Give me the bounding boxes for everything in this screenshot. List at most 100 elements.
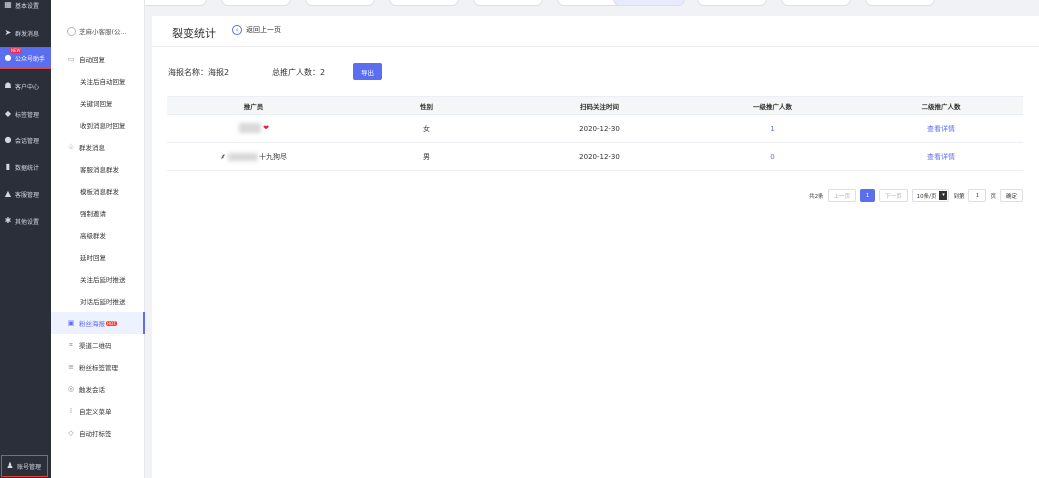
tab-active[interactable] [613, 0, 685, 6]
subnav-follow-auto-reply[interactable]: 关注后自动回复 [51, 70, 145, 92]
promoter-name: ❤ [238, 122, 269, 133]
level1-cell[interactable]: 0 [686, 142, 859, 171]
subnav-broadcast[interactable]: ♧ 群发消息 [51, 136, 145, 158]
message-icon: ▭ [67, 55, 75, 63]
menu-icon: ⁞ [69, 407, 73, 415]
page-number-current[interactable]: 1 [860, 189, 876, 202]
bar-chart-icon: ▮ [5, 162, 11, 171]
redacted-name [239, 122, 262, 133]
column-header-promoter: 推广员 [167, 96, 340, 115]
subnav-template-broadcast[interactable]: 模板消息群发 [51, 180, 145, 202]
nav-item-basic-settings[interactable]: ▦ 基本设置 [0, 0, 51, 15]
nav-item-data-statistics[interactable]: ▮ 数据统计 [0, 157, 51, 177]
subnav-message-reply[interactable]: 收到消息时回复 [51, 114, 145, 136]
subnav-follow-delayed-push[interactable]: 关注后延时推送 [51, 268, 145, 290]
goto-page-input[interactable] [968, 189, 987, 202]
view-details-link[interactable]: 查看详情 [927, 153, 955, 161]
subnav-trigger-session[interactable]: ◎ 触发会话 [51, 378, 145, 400]
promoter-cell: ❤ [167, 114, 340, 143]
wechat-icon: ● [4, 53, 12, 62]
prev-page-button[interactable]: 上一页 [827, 189, 857, 202]
qrcode-icon: ⌗ [69, 340, 73, 349]
subnav-keyword-reply[interactable]: 关键词回复 [51, 92, 145, 114]
tab[interactable] [389, 0, 459, 6]
app-frame: ▦ 基本设置 ➤ 群发消息 NEW ● 公众号助手 ☗ 客户中心 ◆ 标签管理 ● 会话管理… [0, 0, 1039, 478]
tab[interactable] [473, 0, 543, 6]
time-cell: 2020-12-30 [513, 142, 686, 171]
tab[interactable] [865, 0, 935, 6]
headset-icon: ▲ [4, 189, 12, 198]
main-panel: 裂变统计 ‹ 返回上一页 海报名称：海报2 总推广人数：2 导出 推广员 性别 … [152, 16, 1039, 478]
promoter-name: ⸙ 十九狗尽 [220, 152, 287, 161]
subnav-chat-delayed-push[interactable]: 对话后延时推送 [51, 290, 145, 312]
subnav-fan-poster[interactable]: ▣ 粉丝海报 HOT [51, 312, 145, 334]
back-arrow-icon: ‹ [232, 25, 242, 35]
nav-item-account-management[interactable]: ♟ 账号管理 [1, 455, 48, 477]
goto-label: 到第 [953, 193, 965, 200]
subnav-fan-tag-management[interactable]: ≡ 粉丝标签管理 [51, 356, 145, 378]
goto-confirm-button[interactable]: 确定 [999, 189, 1023, 202]
wifi-icon: ◎ [67, 385, 75, 393]
level1-cell[interactable]: 1 [686, 114, 859, 143]
sub-nav: 芝麻小客服(公... ▭ 自动回复 关注后自动回复 关键词回复 收到消息时回复 ♧… [51, 0, 145, 478]
poster-icon: ▣ [67, 319, 75, 327]
main-nav: ▦ 基本设置 ➤ 群发消息 NEW ● 公众号助手 ☗ 客户中心 ◆ 标签管理 ● 会话管理… [0, 0, 52, 478]
nav-item-service-management[interactable]: ▲ 客服管理 [0, 184, 51, 204]
total-count: 共2条 [809, 193, 824, 200]
page-title: 裂变统计 [172, 27, 216, 40]
level2-cell: 查看详情 [859, 142, 1023, 171]
subnav-auto-reply[interactable]: ▭ 自动回复 [51, 48, 145, 70]
column-header-level2: 二级推广人数 [859, 96, 1023, 115]
tag-icon: ◆ [4, 109, 12, 118]
subnav-service-broadcast[interactable]: 客服消息群发 [51, 158, 145, 180]
users-icon: ☗ [4, 81, 12, 90]
send-icon: ➤ [4, 28, 12, 37]
tab[interactable] [221, 0, 291, 6]
feather-emoji-icon: ⸙ [220, 152, 226, 161]
subnav-auto-tagging[interactable]: ◇ 自动打标签 [51, 422, 145, 444]
account-avatar-icon [67, 26, 76, 36]
tab[interactable] [137, 0, 207, 6]
nav-item-customer-center[interactable]: ☗ 客户中心 [0, 76, 51, 96]
redacted-name [228, 152, 258, 161]
column-header-level1: 一级推广人数 [686, 96, 859, 115]
gear-icon: ✱ [4, 216, 12, 225]
new-badge: NEW [10, 48, 22, 53]
nav-item-session-management[interactable]: ● 会话管理 [0, 130, 51, 150]
view-details-link[interactable]: 查看详情 [927, 125, 955, 133]
column-header-scan-time: 扫码关注时间 [513, 96, 686, 115]
page-size-select[interactable]: 10条/页 ▾ [911, 189, 950, 202]
nav-item-other-settings[interactable]: ✱ 其他设置 [0, 211, 51, 231]
gender-cell: 女 [340, 114, 513, 143]
grid-icon: ▦ [4, 0, 12, 9]
gender-cell: 男 [340, 142, 513, 171]
tab-strip [51, 0, 1039, 8]
next-page-button[interactable]: 下一页 [879, 189, 908, 202]
tab[interactable] [305, 0, 375, 6]
table-row: ❤ 女 2020-12-30 1 查看详情 [167, 114, 1023, 143]
nav-item-official-account[interactable]: NEW ● 公众号助手 [0, 47, 52, 69]
tab[interactable] [697, 0, 767, 6]
tab[interactable] [781, 0, 851, 6]
promoter-cell: ⸙ 十九狗尽 [167, 142, 340, 171]
list-icon: ≡ [68, 363, 74, 371]
chat-icon: ● [4, 135, 12, 144]
table-header-row: 推广员 性别 扫码关注时间 一级推广人数 二级推广人数 [167, 96, 1023, 115]
subnav-custom-menu[interactable]: ⁞ 自定义菜单 [51, 400, 145, 422]
group-icon: ♧ [67, 143, 75, 151]
account-selector[interactable]: 芝麻小客服(公... [67, 26, 127, 36]
subnav-channel-qrcode[interactable]: ⌗ 渠道二维码 [51, 334, 145, 356]
subnav-advanced-broadcast[interactable]: 高级群发 [51, 224, 145, 246]
level2-cell: 查看详情 [859, 114, 1023, 143]
divider [152, 46, 1039, 47]
export-button[interactable]: 导出 [353, 63, 382, 80]
subnav-forced-invite[interactable]: 强制邀请 [51, 202, 145, 224]
nav-item-broadcast[interactable]: ➤ 群发消息 [0, 23, 51, 43]
nav-item-tag-management[interactable]: ◆ 标签管理 [0, 104, 51, 124]
time-cell: 2020-12-30 [513, 114, 686, 143]
total-promoters-info: 总推广人数：2 [272, 68, 326, 77]
hot-badge: HOT [106, 320, 117, 326]
subnav-delayed-reply[interactable]: 延时回复 [51, 246, 145, 268]
tag-outline-icon: ◇ [68, 429, 74, 437]
back-link[interactable]: ‹ 返回上一页 [232, 25, 281, 35]
